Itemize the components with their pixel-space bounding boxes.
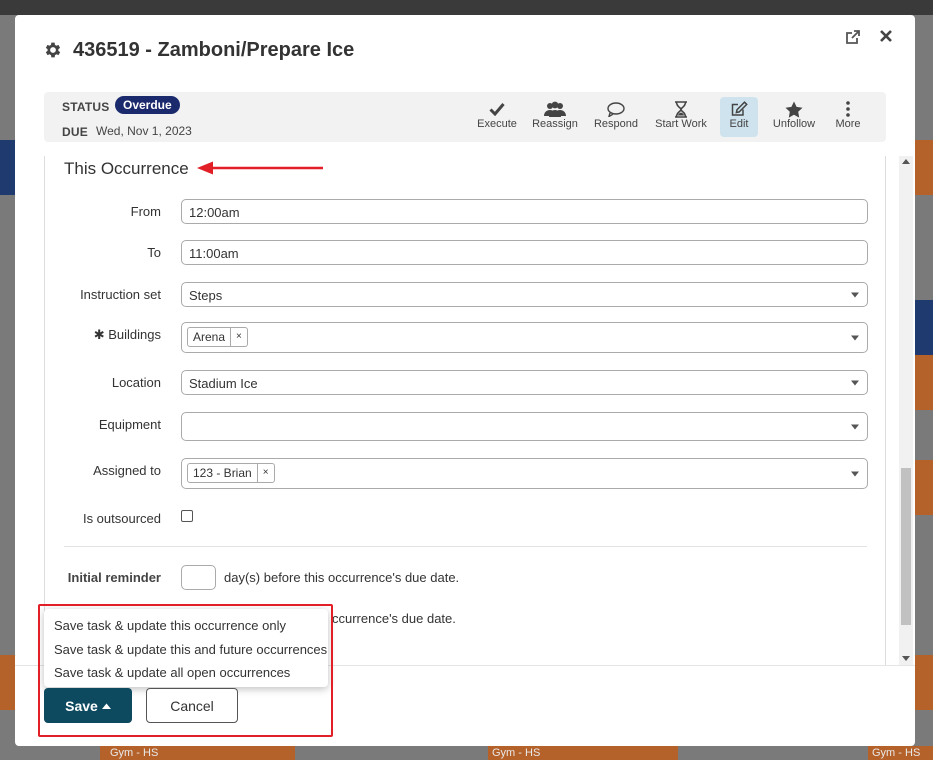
building-chip-label: Arena — [188, 328, 232, 346]
buildings-select[interactable]: Arena × — [181, 322, 868, 353]
initial-reminder-input[interactable] — [181, 565, 216, 590]
save-button[interactable]: Save — [44, 688, 132, 723]
hourglass-icon — [674, 100, 688, 118]
edit-button[interactable]: Edit — [720, 97, 758, 137]
external-link-icon[interactable] — [844, 29, 862, 47]
assigned-to-label: Assigned to — [93, 463, 161, 478]
task-modal: 436519 - Zamboni/Prepare Ice STATUS Over… — [15, 15, 915, 746]
background-event — [915, 460, 933, 515]
background-event — [915, 355, 933, 410]
background-event-label: Gym - HS — [110, 747, 159, 759]
unfollow-button[interactable]: Unfollow — [771, 100, 817, 136]
unfollow-label: Unfollow — [772, 118, 816, 130]
more-label: More — [835, 118, 861, 130]
edit-label: Edit — [729, 118, 749, 130]
location-label: Location — [111, 375, 161, 390]
scroll-down-icon[interactable] — [902, 656, 910, 661]
building-chip: Arena × — [187, 327, 248, 347]
more-vertical-icon — [846, 100, 850, 118]
background-event — [915, 140, 933, 195]
chevron-down-icon — [851, 424, 859, 429]
to-input[interactable]: 11:00am — [181, 240, 868, 265]
location-select[interactable]: Stadium Ice — [181, 370, 868, 395]
save-option-all-open[interactable]: Save task & update all open occurrences — [44, 661, 328, 685]
comment-icon — [607, 100, 625, 118]
background-event — [915, 655, 933, 710]
due-label: DUE — [62, 125, 88, 139]
chip-remove-icon[interactable]: × — [258, 464, 274, 482]
outsourced-checkbox[interactable] — [181, 510, 193, 522]
save-option-this-occurrence[interactable]: Save task & update this occurrence only — [44, 614, 328, 638]
chevron-down-icon — [851, 380, 859, 385]
execute-label: Execute — [477, 118, 517, 130]
divider — [64, 546, 867, 547]
chevron-down-icon — [851, 292, 859, 297]
star-icon — [785, 100, 803, 118]
modal-title: 436519 - Zamboni/Prepare Ice — [73, 38, 355, 61]
assignee-chip: 123 - Brian × — [187, 463, 275, 483]
initial-reminder-suffix: day(s) before this occurrence's due date… — [224, 570, 460, 585]
from-label: From — [130, 204, 161, 219]
scrollbar[interactable] — [899, 156, 913, 666]
initial-reminder-label: Initial reminder — [67, 570, 161, 585]
assignee-chip-label: 123 - Brian — [188, 464, 258, 482]
background-event-label: Gym - HS — [872, 747, 921, 759]
more-button[interactable]: More — [834, 100, 862, 136]
outsourced-label: Is outsourced — [82, 511, 161, 526]
instruction-set-label: Instruction set — [80, 287, 161, 302]
status-label: STATUS — [62, 100, 110, 114]
buildings-label: ✱ Buildings — [94, 327, 161, 343]
to-label: To — [147, 245, 161, 260]
due-date: Wed, Nov 1, 2023 — [96, 124, 192, 138]
chevron-down-icon — [851, 471, 859, 476]
execute-button[interactable]: Execute — [476, 100, 518, 136]
respond-label: Respond — [593, 118, 639, 130]
chip-remove-icon[interactable]: × — [231, 328, 247, 346]
start-work-button[interactable]: Start Work — [653, 100, 709, 136]
buildings-label-text: Buildings — [108, 327, 161, 342]
instruction-set-value: Steps — [189, 288, 223, 303]
assigned-to-select[interactable]: 123 - Brian × — [181, 458, 868, 489]
cancel-button[interactable]: Cancel — [146, 688, 238, 723]
equipment-label: Equipment — [98, 417, 161, 432]
save-label: Save — [65, 697, 98, 714]
from-input[interactable]: 12:00am — [181, 199, 868, 224]
scroll-up-icon[interactable] — [902, 159, 910, 164]
location-value: Stadium Ice — [189, 376, 258, 391]
chevron-down-icon — [851, 335, 859, 340]
required-icon: ✱ — [93, 327, 105, 342]
modal-header: 436519 - Zamboni/Prepare Ice — [43, 37, 354, 63]
equipment-select[interactable] — [181, 412, 868, 441]
save-option-future-occurrences[interactable]: Save task & update this and future occur… — [44, 638, 328, 662]
instruction-set-select[interactable]: Steps — [181, 282, 868, 307]
second-reminder-suffix: ccurrence's due date. — [332, 611, 456, 626]
status-bar: STATUS Overdue DUE Wed, Nov 1, 2023 Exec… — [44, 92, 886, 142]
background-topbar — [0, 0, 933, 15]
start-work-label: Start Work — [655, 118, 707, 130]
background-event — [0, 140, 15, 195]
section-title: This Occurrence — [64, 159, 189, 178]
status-badge: Overdue — [115, 96, 180, 114]
background-event — [915, 300, 933, 355]
occurrence-form[interactable]: This Occurrence From 12:00am To 11:00am … — [44, 156, 886, 666]
close-icon[interactable] — [877, 29, 895, 47]
background-event — [0, 655, 15, 710]
save-menu: Save task & update this occurrence only … — [44, 609, 328, 687]
check-icon — [489, 100, 505, 118]
reassign-label: Reassign — [532, 118, 578, 130]
scroll-thumb[interactable] — [901, 468, 911, 625]
respond-button[interactable]: Respond — [593, 100, 639, 136]
reassign-button[interactable]: Reassign — [531, 100, 579, 136]
caret-up-icon — [101, 703, 111, 709]
annotation-arrow — [197, 161, 323, 175]
edit-icon — [731, 100, 748, 118]
gear-icon — [43, 40, 63, 60]
users-icon — [544, 100, 566, 118]
background-event-label: Gym - HS — [492, 747, 541, 759]
